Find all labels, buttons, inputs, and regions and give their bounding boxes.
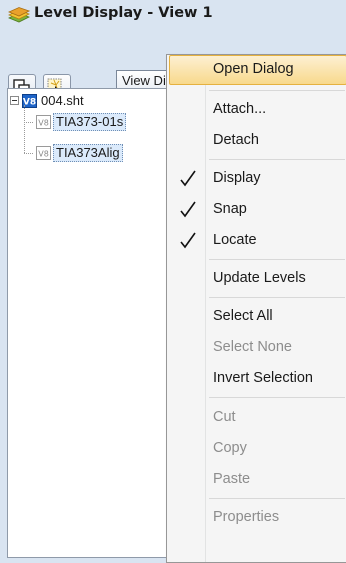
- menu-item-label: Properties: [213, 509, 280, 525]
- checkmark-icon: [177, 198, 199, 220]
- menu-item-select-none[interactable]: Select None: [169, 333, 346, 363]
- menu-item-paste[interactable]: Paste: [169, 465, 346, 495]
- menu-separator: [209, 397, 345, 398]
- menu-item-properties[interactable]: Properties: [169, 503, 346, 533]
- v8-reference-icon: V8: [36, 146, 51, 160]
- menu-item-select-all[interactable]: Select All: [169, 302, 346, 332]
- menu-item-label: Select All: [213, 308, 273, 324]
- tree-line: [24, 105, 25, 153]
- tree-node-label: TIA373-01s: [53, 113, 127, 131]
- menu-item-label: Locate: [213, 232, 257, 248]
- tree-node-child[interactable]: V8 TIA373Alig: [36, 144, 176, 162]
- tree-node-child[interactable]: V8 TIA373-01s: [36, 113, 176, 131]
- tree-line: [24, 153, 33, 154]
- tree-node-root[interactable]: V8 004.sht: [10, 92, 160, 110]
- menu-item-copy[interactable]: Copy: [169, 434, 346, 464]
- menu-item-label: Update Levels: [213, 270, 306, 286]
- menu-separator: [209, 90, 345, 91]
- v8-reference-icon: V8: [36, 115, 51, 129]
- level-display-icon: [7, 7, 31, 23]
- checkmark-icon: [177, 229, 199, 251]
- context-menu: Open Dialog Attach... Detach Display Sna…: [166, 54, 346, 563]
- menu-item-label: Copy: [213, 440, 247, 456]
- menu-item-locate[interactable]: Locate: [169, 226, 346, 256]
- menu-item-detach[interactable]: Detach: [169, 126, 346, 156]
- title-bar[interactable]: Level Display - View 1: [0, 0, 346, 32]
- menu-separator: [209, 297, 345, 298]
- menu-item-label: Select None: [213, 339, 292, 355]
- menu-separator: [209, 498, 345, 499]
- menu-item-attach[interactable]: Attach...: [169, 95, 346, 125]
- menu-item-label: Detach: [213, 132, 259, 148]
- collapse-icon[interactable]: [10, 96, 19, 105]
- window-title: Level Display - View 1: [34, 5, 213, 21]
- checkmark-icon: [177, 167, 199, 189]
- svg-text:V8: V8: [38, 119, 49, 128]
- menu-item-open-dialog[interactable]: Open Dialog: [169, 55, 346, 85]
- menu-separator: [209, 259, 345, 260]
- tree-line: [24, 122, 33, 123]
- menu-separator: [209, 159, 345, 160]
- menu-item-label: Cut: [213, 409, 236, 425]
- tree-node-label: 004.sht: [41, 93, 84, 108]
- menu-item-update-levels[interactable]: Update Levels: [169, 264, 346, 294]
- svg-text:V8: V8: [38, 150, 49, 159]
- menu-item-snap[interactable]: Snap: [169, 195, 346, 225]
- menu-item-label: Open Dialog: [213, 61, 294, 77]
- menu-item-label: Display: [213, 170, 261, 186]
- menu-item-label: Invert Selection: [213, 370, 313, 386]
- menu-item-display[interactable]: Display: [169, 164, 346, 194]
- menu-item-invert-selection[interactable]: Invert Selection: [169, 364, 346, 394]
- menu-item-label: Snap: [213, 201, 247, 217]
- menu-item-cut[interactable]: Cut: [169, 403, 346, 433]
- tree-node-label: TIA373Alig: [53, 144, 123, 162]
- level-display-window: Level Display - View 1 View Display V8 0…: [0, 0, 346, 563]
- menu-item-label: Paste: [213, 471, 251, 487]
- menu-item-label: Attach...: [213, 101, 267, 117]
